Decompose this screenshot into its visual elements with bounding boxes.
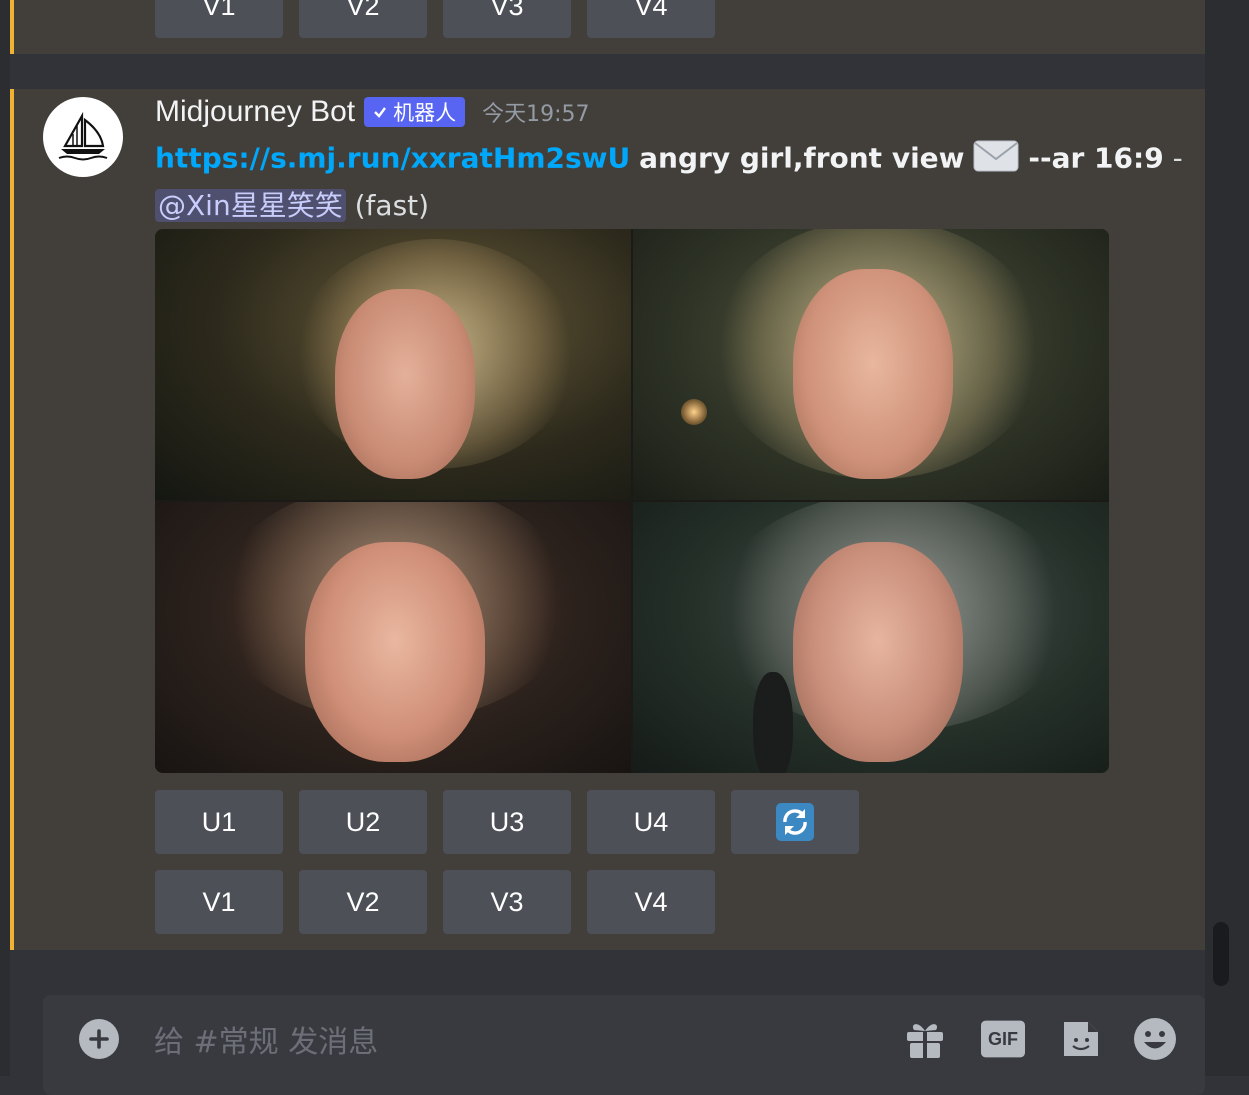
image-tile-1 xyxy=(155,229,631,500)
emoji-icon xyxy=(1134,1018,1176,1060)
girl-face xyxy=(335,289,475,479)
timestamp: 今天19:57 xyxy=(482,102,590,127)
prev-v2-button[interactable]: V2 xyxy=(299,0,427,38)
variation-buttons: V1 V2 V3 V4 xyxy=(155,870,715,934)
author-name[interactable]: Midjourney Bot xyxy=(155,95,355,129)
plus-circle-icon xyxy=(89,1029,109,1049)
message-input[interactable]: 给 #常规 发消息 xyxy=(154,1017,378,1061)
upload-button[interactable] xyxy=(79,1019,119,1059)
braid xyxy=(753,672,793,773)
emoji-button[interactable] xyxy=(1133,1017,1177,1061)
sailboat-icon xyxy=(58,112,108,161)
prompt-params: --ar 16:9 xyxy=(1028,141,1164,175)
gift-icon xyxy=(907,1024,943,1058)
girl-face xyxy=(793,269,953,479)
image-tile-2 xyxy=(633,229,1109,500)
left-edge xyxy=(0,0,10,1076)
refresh-icon xyxy=(776,803,814,841)
message-content-line-1: https://s.mj.run/xxratHm2swU angry girl,… xyxy=(155,140,1183,179)
v2-button[interactable]: V2 xyxy=(299,870,427,934)
v3-button[interactable]: V3 xyxy=(443,870,571,934)
message-header: Midjourney Bot 机器人 今天19:57 xyxy=(155,95,590,129)
scrollbar-track[interactable] xyxy=(1205,0,1249,1076)
scrollbar-thumb[interactable] xyxy=(1213,922,1229,986)
message-composer: 给 #常规 发消息 GIF xyxy=(43,995,1205,1095)
girl-face xyxy=(793,542,963,762)
prompt-dash: - xyxy=(1172,141,1183,175)
chat-pane: V1 V2 V3 V4 Midjourney Bot 机器人 今天19:57 h… xyxy=(0,0,1205,1095)
image-tile-4 xyxy=(633,502,1109,773)
bot-avatar[interactable] xyxy=(43,97,123,177)
u3-button[interactable]: U3 xyxy=(443,790,571,854)
prev-v1-button[interactable]: V1 xyxy=(155,0,283,38)
gif-label: GIF xyxy=(988,1028,1018,1049)
v4-button[interactable]: V4 xyxy=(587,870,715,934)
u2-button[interactable]: U2 xyxy=(299,790,427,854)
generation-mode: (fast) xyxy=(354,189,430,222)
image-tile-3 xyxy=(155,502,631,773)
prompt-link[interactable]: https://s.mj.run/xxratHm2swU xyxy=(155,142,630,175)
previous-variation-buttons: V1 V2 V3 V4 xyxy=(155,0,715,38)
message-content-line-2: @Xin星星笑笑 (fast) xyxy=(155,184,429,224)
prompt-text: angry girl,front view xyxy=(639,141,965,175)
message-accent-bar xyxy=(10,89,14,950)
sticker-icon xyxy=(1064,1022,1098,1056)
u1-button[interactable]: U1 xyxy=(155,790,283,854)
envelope-icon xyxy=(973,140,1019,179)
u4-button[interactable]: U4 xyxy=(587,790,715,854)
gift-button[interactable] xyxy=(903,1017,947,1061)
generated-image-grid[interactable] xyxy=(155,229,1109,773)
reroll-button[interactable] xyxy=(731,790,859,854)
girl-face xyxy=(305,542,485,762)
v1-button[interactable]: V1 xyxy=(155,870,283,934)
bot-tag-label: 机器人 xyxy=(393,101,457,125)
user-mention[interactable]: @Xin星星笑笑 xyxy=(155,189,346,222)
message-accent-bar xyxy=(10,0,14,54)
prev-v3-button[interactable]: V3 xyxy=(443,0,571,38)
bot-tag: 机器人 xyxy=(364,97,466,127)
sticker-button[interactable] xyxy=(1059,1017,1103,1061)
checkmark-icon xyxy=(374,107,387,118)
light-orb xyxy=(681,399,707,425)
upscale-buttons: U1 U2 U3 U4 xyxy=(155,790,859,854)
gif-button[interactable]: GIF xyxy=(981,1017,1025,1061)
prev-v4-button[interactable]: V4 xyxy=(587,0,715,38)
